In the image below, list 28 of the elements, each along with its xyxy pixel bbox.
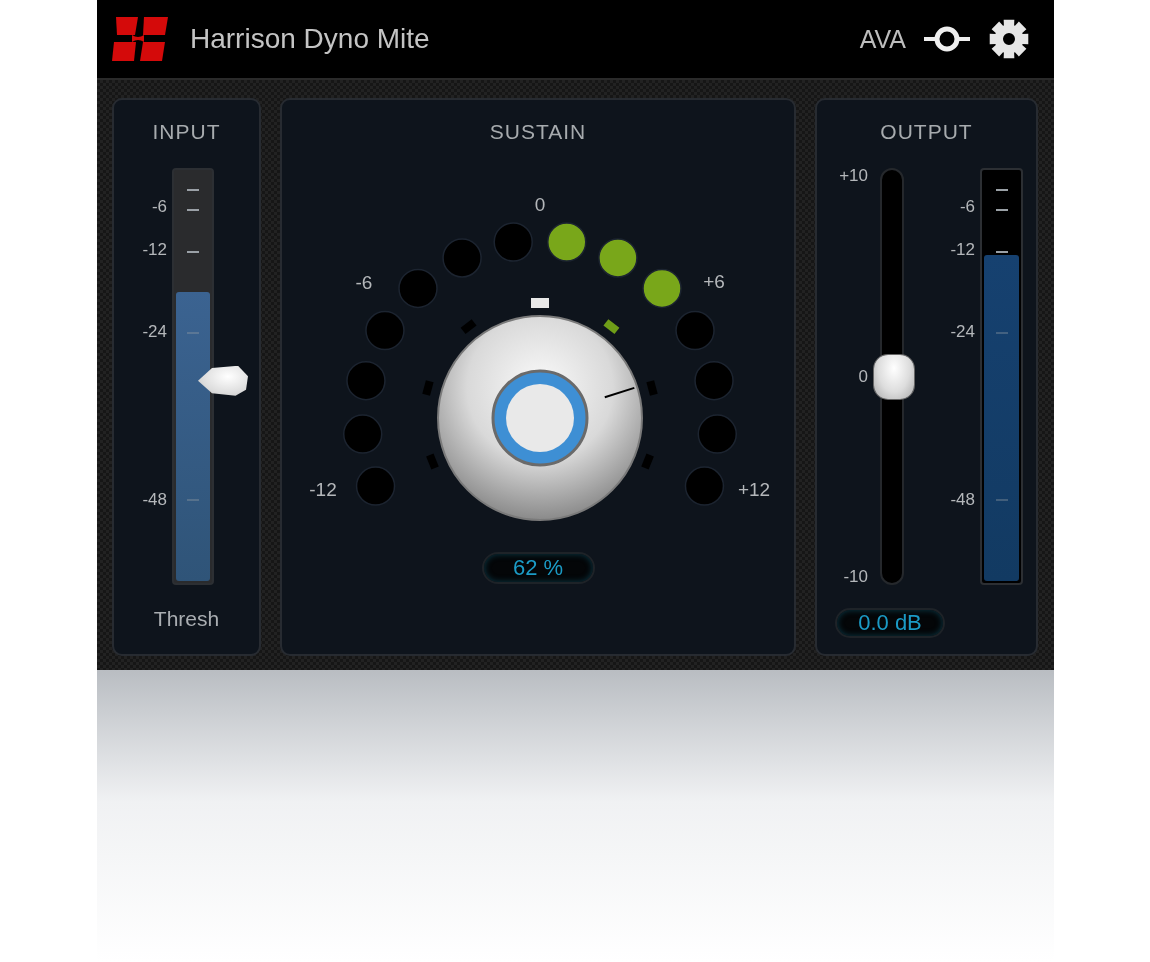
sustain-heading: SUSTAIN bbox=[488, 119, 588, 145]
link-icon[interactable] bbox=[924, 25, 970, 53]
scale-label: +12 bbox=[737, 480, 771, 500]
scale-label: -10 bbox=[843, 566, 868, 587]
scale-label: -48 bbox=[950, 489, 975, 510]
sustain-readout: 62 % bbox=[481, 552, 595, 584]
scale-label: -12 bbox=[950, 240, 975, 261]
scale-label: -12 bbox=[309, 480, 337, 500]
scale-label: -6 bbox=[355, 273, 373, 293]
scale-label: -6 bbox=[151, 197, 167, 218]
scale-label: +6 bbox=[703, 272, 725, 292]
threshold-label: Thresh bbox=[152, 607, 221, 631]
scale-label: -48 bbox=[142, 489, 167, 510]
scale-label: +10 bbox=[839, 166, 868, 187]
output-heading: OUTPUT bbox=[879, 119, 974, 145]
scale-label: -24 bbox=[142, 321, 167, 342]
scale-label: 0 bbox=[858, 366, 868, 387]
input-heading: INPUT bbox=[151, 119, 222, 145]
sustain-knob[interactable] bbox=[437, 315, 643, 521]
output-readout: 0.0 dB bbox=[835, 608, 945, 638]
scale-label: -12 bbox=[142, 240, 167, 261]
gain-fader-handle[interactable] bbox=[874, 354, 914, 399]
settings-icon[interactable] bbox=[988, 18, 1030, 60]
scale-label: 0 bbox=[534, 195, 546, 215]
scale-label: -6 bbox=[959, 197, 975, 218]
mode-label[interactable]: AVA bbox=[859, 24, 906, 54]
scale-label: -24 bbox=[950, 321, 975, 342]
plugin-title: Harrison Dyno Mite bbox=[190, 23, 431, 55]
